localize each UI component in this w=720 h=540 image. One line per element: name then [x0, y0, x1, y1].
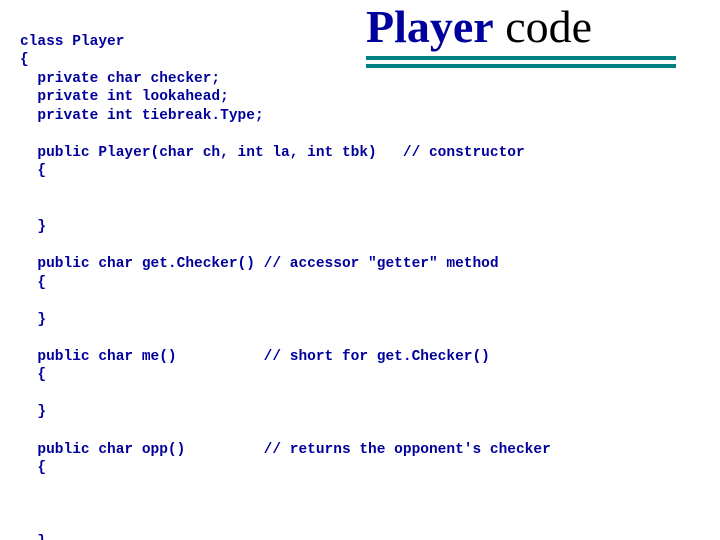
- code-line: public char opp() // returns the opponen…: [20, 442, 551, 458]
- code-line: {: [20, 460, 46, 476]
- code-line: public Player(char ch, int la, int tbk) …: [20, 145, 525, 161]
- code-line: private int lookahead;: [20, 89, 229, 105]
- slide: Player code class Player { private char …: [0, 0, 720, 540]
- code-line: private int tiebreak.Type;: [20, 108, 264, 124]
- code-line: }: [20, 312, 46, 328]
- code-line: public char get.Checker() // accessor "g…: [20, 256, 499, 272]
- code-line: public char me() // short for get.Checke…: [20, 349, 490, 365]
- code-line: {: [20, 367, 46, 383]
- code-line: }: [20, 534, 46, 540]
- code-line: class Player: [20, 34, 124, 50]
- code-line: {: [20, 52, 29, 68]
- code-line: }: [20, 404, 46, 420]
- code-line: {: [20, 163, 46, 179]
- code-line: private char checker;: [20, 71, 220, 87]
- code-line: }: [20, 219, 46, 235]
- code-line: {: [20, 275, 46, 291]
- code-listing: class Player { private char checker; pri…: [20, 14, 700, 540]
